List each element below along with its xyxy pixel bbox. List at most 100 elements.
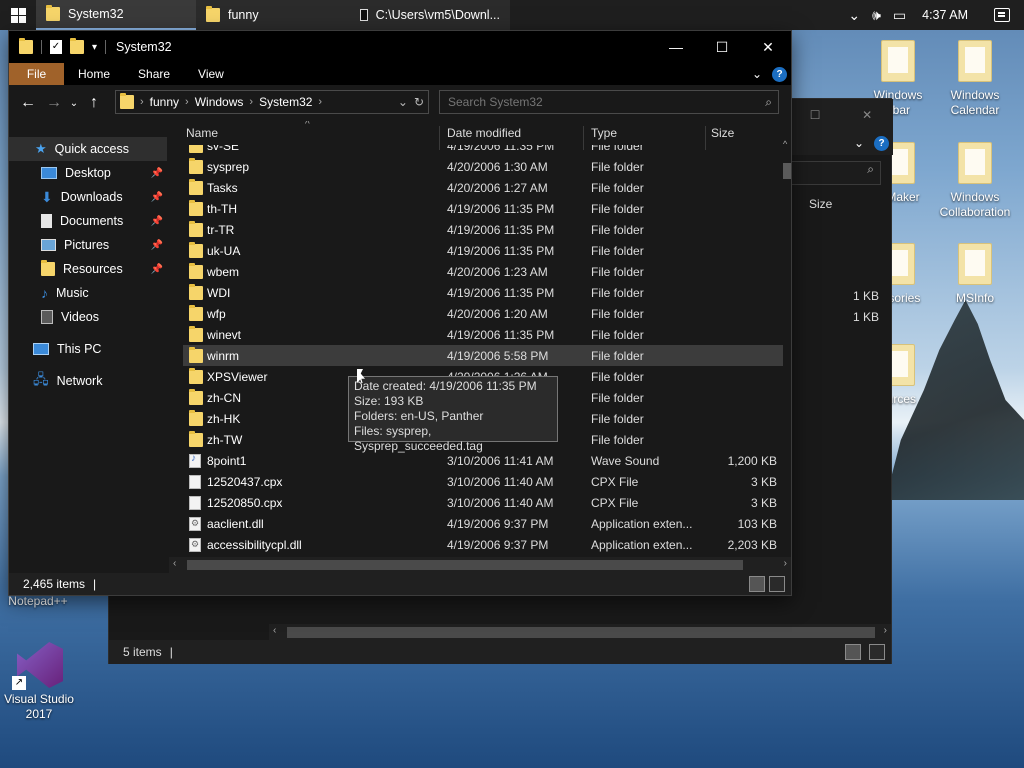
breadcrumb-funny[interactable]: funny [150,95,179,109]
large-icons-view-icon[interactable] [869,644,885,660]
new-folder-icon[interactable] [70,38,84,54]
tab-share[interactable]: Share [124,63,184,85]
table-row[interactable]: WDI 4/19/2006 11:35 PM File folder [183,282,791,303]
details-view-icon[interactable] [845,644,861,660]
nav-item-downloads[interactable]: ⬇ Downloads 📌 [9,185,167,209]
nav-item-desktop[interactable]: Desktop 📌 [9,161,167,185]
back-window-horizontal-scrollbar[interactable]: ‹ › [269,624,891,641]
column-separator[interactable] [705,126,706,150]
breadcrumb-system32[interactable]: System32 [259,95,312,109]
clock[interactable]: 4:37 AM [922,8,968,22]
tab-file[interactable]: File [9,63,64,85]
nav-item-pictures[interactable]: Pictures 📌 [9,233,167,257]
scrollbar-thumb[interactable] [783,163,791,179]
pin-icon[interactable]: 📌 [151,216,163,227]
nav-item-music[interactable]: ♪ Music [9,281,167,305]
scroll-right-icon[interactable]: › [884,625,887,636]
search-box[interactable]: ⌕ [439,90,779,114]
breadcrumb-windows[interactable]: Windows [195,95,244,109]
details-view-icon[interactable] [749,576,765,592]
tab-home[interactable]: Home [64,63,124,85]
table-row[interactable]: tr-TR 4/19/2006 11:35 PM File folder [183,219,791,240]
scroll-left-icon[interactable]: ‹ [273,625,276,636]
pin-icon[interactable]: 📌 [151,192,163,203]
taskbar-item-funny[interactable]: funny [196,0,350,30]
address-bar[interactable]: › funny › Windows › System32 › ⌄ ↻ [115,90,429,114]
pin-icon[interactable]: 📌 [151,240,163,251]
chevron-up-icon[interactable]: ⌄ [848,7,860,24]
minimize-button[interactable]: — [653,31,699,63]
desktop-icon-notepad-plus-plus[interactable]: Notepad++ [0,594,76,609]
breadcrumb-separator-icon[interactable]: › [249,96,253,108]
recent-locations-button[interactable]: ⌄ [67,98,81,109]
notification-icon[interactable] [994,8,1010,22]
help-icon[interactable]: ? [772,66,787,82]
network-icon[interactable]: ▭ [893,7,906,24]
scroll-left-icon[interactable]: ‹ [173,558,176,569]
column-separator[interactable] [583,126,584,150]
close-icon[interactable]: ✕ [862,108,872,122]
vertical-scrollbar[interactable]: ^ ⌄ [783,139,791,574]
type-column-header[interactable]: Type [591,126,617,140]
scrollbar-thumb[interactable] [187,560,743,570]
forward-button[interactable]: → [41,94,67,112]
pin-icon[interactable]: 📌 [151,168,163,179]
breadcrumb-separator-icon[interactable]: › [140,96,144,108]
desktop-icon-msinfo[interactable]: MSInfo [935,243,1015,306]
taskbar-item-cmd[interactable]: C:\Users\vm5\Downl... [350,0,510,30]
tab-view[interactable]: View [184,63,238,85]
refresh-icon[interactable]: ↻ [414,95,424,109]
address-dropdown-icon[interactable]: ⌄ [398,95,408,109]
nav-item-videos[interactable]: Videos [9,305,167,329]
table-row[interactable]: uk-UA 4/19/2006 11:35 PM File folder [183,240,791,261]
size-column-header[interactable]: Size [809,197,832,211]
column-separator[interactable] [439,126,440,150]
search-input[interactable] [448,95,748,109]
pin-icon[interactable]: 📌 [151,264,163,275]
expand-ribbon-icon[interactable]: ⌄ [752,67,762,81]
large-icons-view-icon[interactable] [769,576,785,592]
table-row[interactable]: 12520850.cpx 3/10/2006 11:40 AM CPX File 3 … [183,492,791,513]
search-icon[interactable]: ⌕ [765,95,778,110]
size-column-header[interactable]: Size [711,126,734,140]
horizontal-scrollbar[interactable]: ‹ › [169,557,791,573]
back-button[interactable]: ← [15,94,41,112]
table-row[interactable]: winrm 4/19/2006 5:58 PM File folder [183,345,791,366]
table-row[interactable]: Tasks 4/20/2006 1:27 AM File folder [183,177,791,198]
nav-item-this-pc[interactable]: This PC [9,337,167,361]
table-row[interactable]: wbem 4/20/2006 1:23 AM File folder [183,261,791,282]
back-window-search[interactable]: ⌕ [789,161,881,185]
name-column-header[interactable]: Name [186,126,218,140]
volume-icon[interactable]: 🕪 [872,7,881,24]
nav-item-network[interactable]: 🖧 Network [9,369,167,393]
maximize-button[interactable]: ☐ [699,31,745,63]
breadcrumb-separator-icon[interactable]: › [185,96,189,108]
table-row[interactable]: th-TH 4/19/2006 11:35 PM File folder [183,198,791,219]
table-row[interactable]: aaclient.dll 4/19/2006 9:37 PM Application… [183,513,791,534]
scroll-up-icon[interactable]: ^ [783,139,787,149]
up-button[interactable]: ↑ [81,94,107,112]
desktop-icon-windows-collaboration[interactable]: Windows Collaboration [935,142,1015,220]
maximize-icon[interactable]: ☐ [810,108,821,122]
nav-item-documents[interactable]: Documents 📌 [9,209,167,233]
table-row[interactable]: winevt 4/19/2006 11:35 PM File folder [183,324,791,345]
taskbar-item-system32[interactable]: System32 [36,0,196,30]
close-button[interactable]: ✕ [745,31,791,63]
breadcrumb-separator-icon[interactable]: › [318,96,322,108]
explorer-window[interactable]: ✓ ▾ System32 — ☐ ✕ File Home Share View … [8,30,792,596]
scrollbar-thumb[interactable] [287,627,875,638]
properties-icon[interactable]: ✓ [50,40,62,54]
chevron-down-icon[interactable]: ⌄ [854,136,864,150]
table-row[interactable]: accessibilitycpl.dll 4/19/2006 9:37 PM App… [183,534,791,555]
date-column-header[interactable]: Date modified [447,126,521,140]
nav-item-resources[interactable]: Resources 📌 [9,257,167,281]
table-row[interactable]: wfp 4/20/2006 1:20 AM File folder [183,303,791,324]
table-row[interactable]: sysprep 4/20/2006 1:30 AM File folder [183,156,791,177]
desktop-icon-windows-calendar[interactable]: Windows Calendar [935,40,1015,118]
help-icon[interactable]: ? [874,135,889,151]
nav-item-quick-access[interactable]: ★ Quick access [9,137,167,161]
scroll-right-icon[interactable]: › [784,558,787,569]
start-button[interactable] [0,0,36,30]
customize-toolbar-icon[interactable]: ▾ [92,42,97,53]
table-row[interactable]: 12520437.cpx 3/10/2006 11:40 AM CPX File 3 … [183,471,791,492]
